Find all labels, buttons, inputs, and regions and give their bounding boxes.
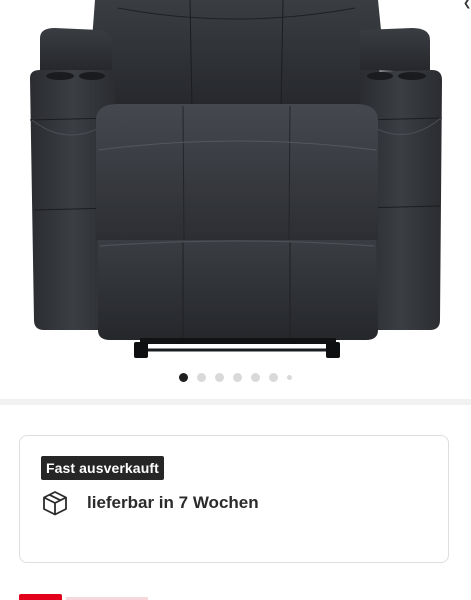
gallery-dot[interactable] bbox=[215, 372, 224, 382]
recliner-chair-image bbox=[29, 0, 443, 358]
availability-card: Fast ausverkauft lieferbar in 7 Wochen bbox=[19, 435, 449, 563]
section-divider bbox=[0, 399, 471, 405]
gallery-dot[interactable] bbox=[251, 372, 260, 382]
gallery-dot[interactable] bbox=[233, 372, 242, 382]
sale-tag bbox=[19, 594, 62, 600]
product-image-gallery[interactable]: ❮ bbox=[0, 0, 471, 395]
share-icon[interactable]: ❮ bbox=[463, 0, 471, 9]
gallery-dot[interactable] bbox=[197, 372, 206, 382]
stock-status-badge: Fast ausverkauft bbox=[41, 456, 164, 480]
product-page: ❮ Fast ausverkauft lieferbar in 7 Wochen bbox=[0, 0, 471, 600]
delivery-time-text: lieferbar in 7 Wochen bbox=[87, 493, 259, 512]
gallery-pagination bbox=[0, 371, 471, 383]
gallery-dot[interactable] bbox=[269, 372, 278, 382]
delivery-info: lieferbar in 7 Wochen bbox=[41, 490, 259, 516]
gallery-dot[interactable] bbox=[287, 374, 292, 380]
package-box-icon bbox=[41, 490, 69, 516]
gallery-dot[interactable] bbox=[179, 372, 188, 382]
